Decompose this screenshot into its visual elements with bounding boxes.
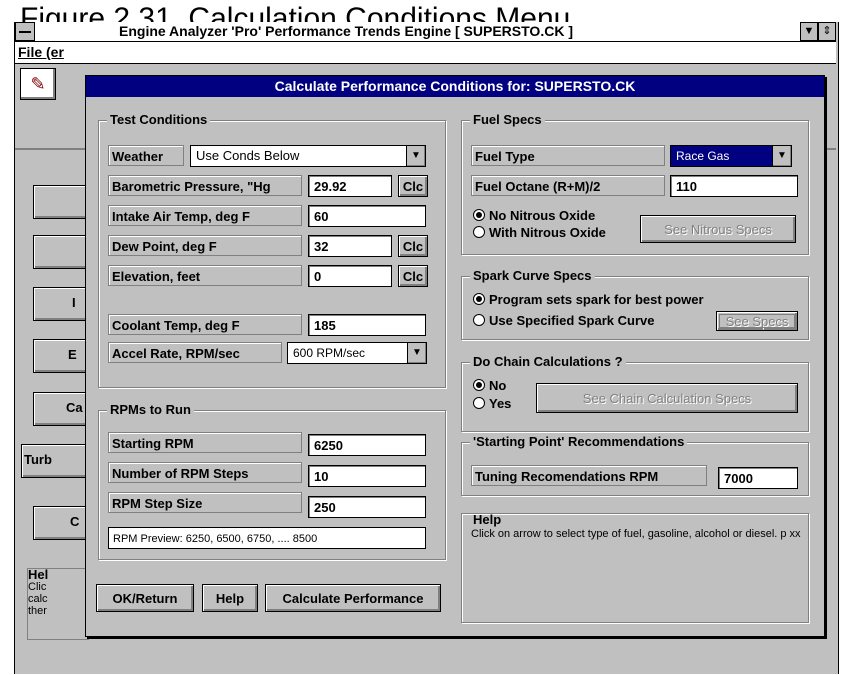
bg-help-line: Clic: [28, 581, 47, 593]
rpm-size-label: RPM Step Size: [108, 492, 302, 513]
radio-selected-icon: [473, 379, 485, 391]
app-titlebar: Engine Analyzer 'Pro' Performance Trends…: [15, 22, 836, 42]
system-menu-icon[interactable]: [15, 22, 35, 41]
dropdown-arrow-icon[interactable]: ▼: [407, 343, 426, 363]
chain-yes-radio[interactable]: Yes: [473, 396, 511, 411]
side-button-1[interactable]: [33, 185, 91, 219]
side-button-3[interactable]: I: [33, 287, 91, 321]
group-title: Spark Curve Specs: [470, 268, 595, 283]
app-title: Engine Analyzer 'Pro' Performance Trends…: [119, 23, 573, 39]
side-button-2[interactable]: [33, 235, 91, 269]
see-spark-specs-button[interactable]: See Specs: [716, 311, 798, 331]
tuning-rpm-input[interactable]: 7000: [718, 467, 798, 489]
radio-selected-icon: [473, 209, 485, 221]
help-button[interactable]: Help: [202, 584, 258, 612]
see-nitrous-specs-button[interactable]: See Nitrous Specs: [640, 215, 796, 243]
rpm-size-input[interactable]: 250: [308, 496, 426, 518]
elev-input[interactable]: 0: [308, 265, 392, 287]
see-chain-specs-button[interactable]: See Chain Calculation Specs: [536, 383, 798, 413]
chain-no-radio[interactable]: No: [473, 378, 506, 393]
side-button-4[interactable]: E: [33, 339, 91, 373]
fuel-type-label: Fuel Type: [471, 145, 665, 166]
accel-select[interactable]: 600 RPM/sec ▼: [287, 342, 427, 364]
group-title: Do Chain Calculations ?: [470, 354, 626, 369]
tuning-rpm-label: Tuning Recomendations RPM: [471, 465, 707, 486]
group-title: Help: [473, 512, 502, 527]
dew-input[interactable]: 32: [308, 235, 392, 257]
start-rpm-label: Starting RPM: [108, 432, 302, 453]
baro-input[interactable]: 29.92: [308, 175, 392, 197]
group-title: 'Starting Point' Recommendations: [470, 434, 688, 449]
dropdown-arrow-icon[interactable]: ▼: [406, 146, 425, 166]
radio-unselected-icon: [473, 226, 485, 238]
calc-conditions-dialog: Calculate Performance Conditions for: SU…: [85, 75, 825, 637]
rpm-steps-input[interactable]: 10: [308, 465, 426, 487]
elev-label: Elevation, feet: [108, 265, 302, 286]
side-button-7[interactable]: C: [33, 506, 91, 540]
restore-icon[interactable]: ⇕: [818, 22, 836, 41]
spark-program-radio[interactable]: Program sets spark for best power: [473, 292, 704, 307]
fuel-type-select[interactable]: Race Gas ▼: [670, 145, 792, 167]
side-button-5[interactable]: Ca: [33, 392, 91, 426]
intake-label: Intake Air Temp, deg F: [108, 205, 302, 226]
spark-specified-radio[interactable]: Use Specified Spark Curve: [473, 313, 654, 328]
bg-help-box: Hel Clic calc ther: [27, 568, 89, 640]
bg-help-line: ther: [28, 605, 47, 617]
elev-clc-button[interactable]: Clc: [398, 265, 428, 287]
radio-unselected-icon: [473, 397, 485, 409]
calculate-tool-icon[interactable]: ✎: [20, 68, 56, 100]
group-title: Test Conditions: [107, 112, 211, 127]
calculate-performance-button[interactable]: Calculate Performance: [265, 584, 441, 612]
group-title: Fuel Specs: [470, 112, 545, 127]
dialog-title: Calculate Performance Conditions for: SU…: [86, 76, 824, 97]
ok-return-button[interactable]: OK/Return: [96, 584, 194, 612]
radio-unselected-icon: [473, 314, 485, 326]
dew-label: Dew Point, deg F: [108, 235, 302, 256]
menu-file[interactable]: File (er: [18, 44, 64, 60]
help-text: Click on arrow to select type of fuel, g…: [471, 528, 801, 540]
coolant-label: Coolant Temp, deg F: [108, 314, 302, 335]
bg-help-line: calc: [28, 593, 48, 605]
start-rpm-input[interactable]: 6250: [308, 434, 426, 456]
with-nitrous-radio[interactable]: With Nitrous Oxide: [473, 225, 606, 240]
side-button-6[interactable]: Turb: [21, 444, 91, 478]
fuel-octane-input[interactable]: 110: [670, 175, 798, 197]
menu-bar: File (er: [15, 42, 836, 64]
rpm-steps-label: Number of RPM Steps: [108, 462, 302, 483]
coolant-input[interactable]: 185: [308, 314, 426, 336]
radio-selected-icon: [473, 293, 485, 305]
weather-select[interactable]: Use Conds Below ▼: [190, 145, 426, 167]
no-nitrous-radio[interactable]: No Nitrous Oxide: [473, 208, 595, 223]
group-title: RPMs to Run: [107, 402, 194, 417]
fuel-octane-label: Fuel Octane (R+M)/2: [471, 175, 665, 196]
dew-clc-button[interactable]: Clc: [398, 235, 428, 257]
baro-label: Barometric Pressure, "Hg: [108, 175, 302, 196]
dropdown-arrow-icon[interactable]: ▼: [772, 146, 791, 166]
intake-input[interactable]: 60: [308, 205, 426, 227]
bg-help-title: Hel: [28, 567, 49, 582]
minimize-icon[interactable]: ▼: [800, 22, 818, 41]
baro-clc-button[interactable]: Clc: [398, 175, 428, 197]
accel-label: Accel Rate, RPM/sec: [108, 342, 282, 363]
weather-label: Weather: [108, 145, 184, 166]
rpm-preview: RPM Preview: 6250, 6500, 6750, .... 8500: [108, 527, 426, 549]
